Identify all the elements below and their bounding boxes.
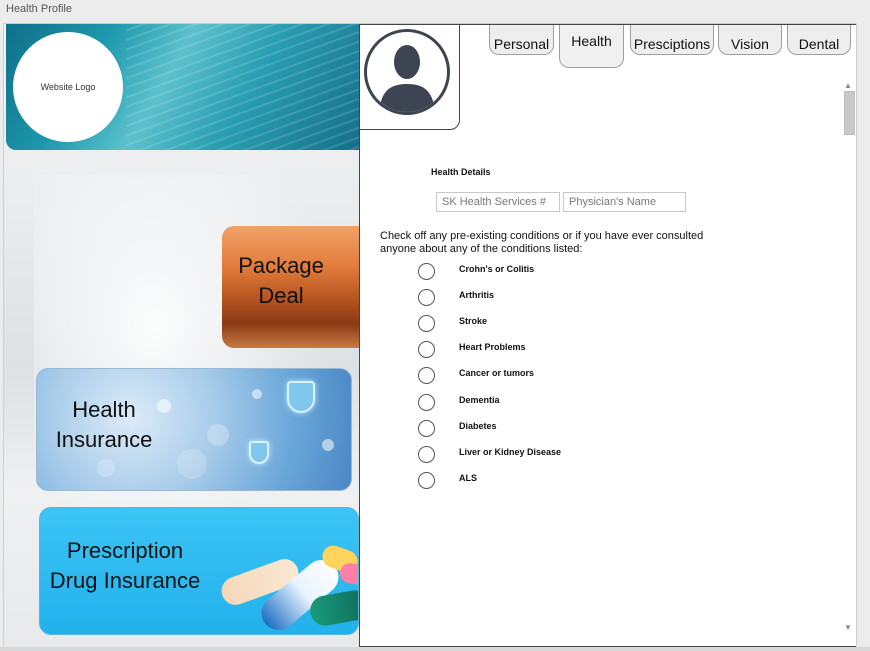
prescription-drug-insurance-card[interactable]: Prescription Drug Insurance — [39, 507, 359, 635]
sk-health-services-field[interactable]: SK Health Services # — [436, 192, 560, 212]
condition-radio[interactable] — [418, 420, 435, 437]
condition-item: Cancer or tumors — [418, 366, 718, 384]
logo-text: Website Logo — [40, 82, 96, 92]
prescription-line2: Drug Insurance — [49, 568, 201, 593]
conditions-instructions: Check off any pre-existing conditions or… — [380, 230, 704, 255]
vertical-scrollbar[interactable]: ▲ ▼ — [842, 81, 855, 635]
chevron-down-icon[interactable]: ▼ — [844, 623, 852, 632]
condition-item: Stroke — [418, 314, 718, 332]
condition-radio[interactable] — [418, 289, 435, 306]
tab-label: Personal — [493, 36, 550, 52]
condition-item: Diabetes — [418, 419, 718, 437]
package-deal-card[interactable]: Package Deal — [222, 226, 360, 348]
tab-prescriptions[interactable]: Presciptions — [630, 25, 714, 55]
health-details-heading: Health Details — [431, 167, 491, 177]
shield-icon — [249, 441, 269, 464]
condition-item: Crohn's or Colitis — [418, 262, 718, 280]
physician-name-field[interactable]: Physician's Name — [563, 192, 686, 212]
title-bar: Health Profile — [0, 0, 870, 22]
user-silhouette-icon — [364, 29, 450, 115]
condition-radio[interactable] — [418, 394, 435, 411]
status-strip — [0, 647, 870, 651]
tab-health[interactable]: Health — [559, 25, 624, 68]
condition-item: Liver or Kidney Disease — [418, 445, 718, 463]
health-insurance-line2: Insurance — [55, 427, 153, 452]
package-deal-line1: Package — [238, 253, 324, 278]
condition-item: Heart Problems — [418, 340, 718, 358]
condition-item: ALS — [418, 471, 718, 489]
tab-personal[interactable]: Personal — [489, 25, 554, 55]
health-insurance-card[interactable]: Health Insurance — [36, 368, 352, 491]
shield-icon — [287, 381, 315, 413]
tab-dental[interactable]: Dental — [787, 25, 851, 55]
tab-label: Health — [571, 33, 612, 49]
tab-label: Vision — [731, 36, 769, 52]
window-title: Health Profile — [6, 3, 73, 15]
header-banner: Website Logo — [6, 24, 360, 150]
tab-vision[interactable]: Vision — [718, 25, 782, 55]
prescription-line1: Prescription — [66, 538, 184, 563]
condition-radio[interactable] — [418, 263, 435, 280]
tab-label: Presciptions — [633, 36, 711, 52]
condition-radio[interactable] — [418, 367, 435, 384]
condition-radio[interactable] — [418, 472, 435, 489]
website-logo[interactable]: Website Logo — [13, 32, 123, 142]
scroll-thumb[interactable] — [844, 91, 855, 135]
condition-radio[interactable] — [418, 446, 435, 463]
condition-radio[interactable] — [418, 341, 435, 358]
health-insurance-line1: Health — [72, 397, 136, 422]
condition-item: Dementia — [418, 393, 718, 411]
chevron-up-icon[interactable]: ▲ — [844, 81, 852, 90]
profile-photo-frame[interactable] — [359, 24, 460, 130]
package-deal-line2: Deal — [258, 283, 304, 308]
condition-radio[interactable] — [418, 315, 435, 332]
tab-label: Dental — [798, 36, 840, 52]
condition-item: Arthritis — [418, 288, 718, 306]
health-profile-panel: Personal Health Presciptions Vision Dent… — [359, 24, 856, 647]
app-window: Website Logo Package Deal Health Insuran… — [3, 23, 857, 649]
